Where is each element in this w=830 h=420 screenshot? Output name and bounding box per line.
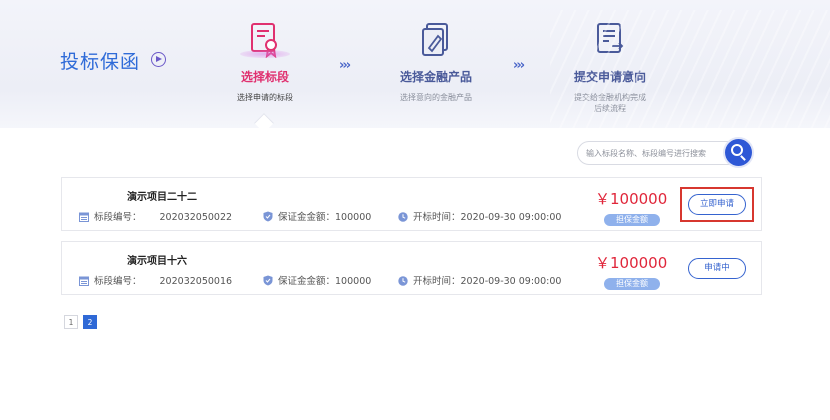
apply-now-button[interactable]: 立即申请 [688,194,746,215]
guarantee-label: 保证金金额： [278,276,336,287]
page-title: 投标保函 [60,51,141,73]
calendar-icon [79,212,89,222]
page-button-2-current[interactable]: 2 [83,315,97,329]
section-code-value: 202032050016 [159,276,233,287]
project-card: 演示项目二十二 标段编号： 202032050022 保证金金额：100000 开… [61,177,762,231]
step-subtitle: 提交给金融机构完成 后续流程 [545,92,675,114]
project-name: 演示项目十六 [127,256,187,267]
play-circle-icon[interactable] [151,52,166,67]
step-subtitle: 选择申请的标段 [237,93,293,102]
open-time: 开标时间：2020-09-30 09:00:00 [398,273,561,287]
section-code: 标段编号： 202032050016 [79,273,232,287]
step-subtitle-line: 提交给金融机构完成 [574,93,646,102]
step-subtitle-line: 后续流程 [594,104,626,113]
step-select-section[interactable]: 选择标段 选择申请的标段 [200,22,330,103]
active-step-pointer [254,113,274,128]
section-code-label: 标段编号： [94,276,142,287]
page-button-1[interactable]: 1 [64,315,78,329]
search-box [577,141,749,165]
step-arrows-icon: ››› [513,58,525,73]
open-time-label: 开标时间： [413,212,461,223]
calendar-icon [79,276,89,286]
amount-tag: 担保金额 [604,214,660,226]
open-time-value: 2020-09-30 09:00:00 [460,276,562,287]
section-code-label: 标段编号： [94,212,142,223]
shield-icon [263,275,273,286]
guarantee-amount: 保证金金额：100000 [263,209,371,223]
section-code-value: 202032050022 [159,212,233,223]
open-time-value: 2020-09-30 09:00:00 [460,212,562,223]
clock-icon [398,212,408,222]
step-title: 提交申请意向 [573,70,646,84]
shield-icon [263,211,273,222]
search-input[interactable] [586,145,726,161]
open-time-label: 开标时间： [413,276,461,287]
step-select-product[interactable]: 选择金融产品 选择意向的金融产品 [371,22,501,103]
header-banner: 投标保函 选择标段 选择申请的标段 ››› 选择金融产品 选择意向的金融产品 ›… [0,0,830,128]
guarantee-total: ￥100000 [595,254,668,272]
amount-tag: 担保金额 [604,278,660,290]
section-code: 标段编号： 202032050022 [79,209,232,223]
step-title: 选择标段 [240,70,289,84]
search-icon-handle [740,155,746,161]
guarantee-value: 100000 [335,212,372,223]
applying-button[interactable]: 申请中 [688,258,746,279]
project-name: 演示项目二十二 [127,192,197,203]
search-button[interactable] [725,139,752,166]
guarantee-amount: 保证金金额：100000 [263,273,371,287]
submit-form-icon [597,23,624,53]
step-glow [240,50,290,58]
open-time: 开标时间：2020-09-30 09:00:00 [398,209,561,223]
project-card: 演示项目十六 标段编号： 202032050016 保证金金额：100000 开标… [61,241,762,295]
guarantee-value: 100000 [335,276,372,287]
step-title: 选择金融产品 [399,70,472,84]
step-arrows-icon: ››› [339,58,351,73]
guarantee-label: 保证金金额： [278,212,336,223]
step-submit-intention[interactable]: 提交申请意向 提交给金融机构完成 后续流程 [545,22,675,114]
guarantee-total: ￥100000 [595,190,668,208]
step-subtitle: 选择意向的金融产品 [400,93,472,102]
clock-icon [398,276,408,286]
document-edit-icon [422,23,448,56]
